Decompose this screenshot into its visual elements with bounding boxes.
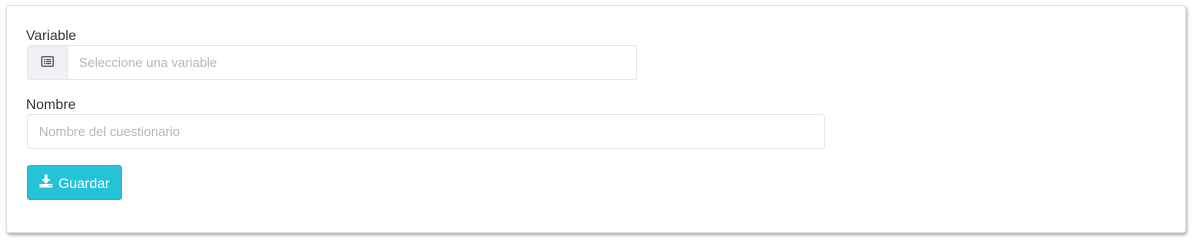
variable-label: Variable [26,27,77,43]
variable-addon [27,45,67,80]
name-label: Nombre [26,96,76,112]
list-icon [41,54,54,72]
download-icon [39,174,53,191]
name-input[interactable] [27,114,825,149]
save-button[interactable]: Guardar [27,165,122,200]
form-card: Variable Nombre [6,5,1186,233]
variable-select-input[interactable] [67,45,637,80]
variable-input-group [27,45,637,80]
save-button-label: Guardar [58,174,110,191]
